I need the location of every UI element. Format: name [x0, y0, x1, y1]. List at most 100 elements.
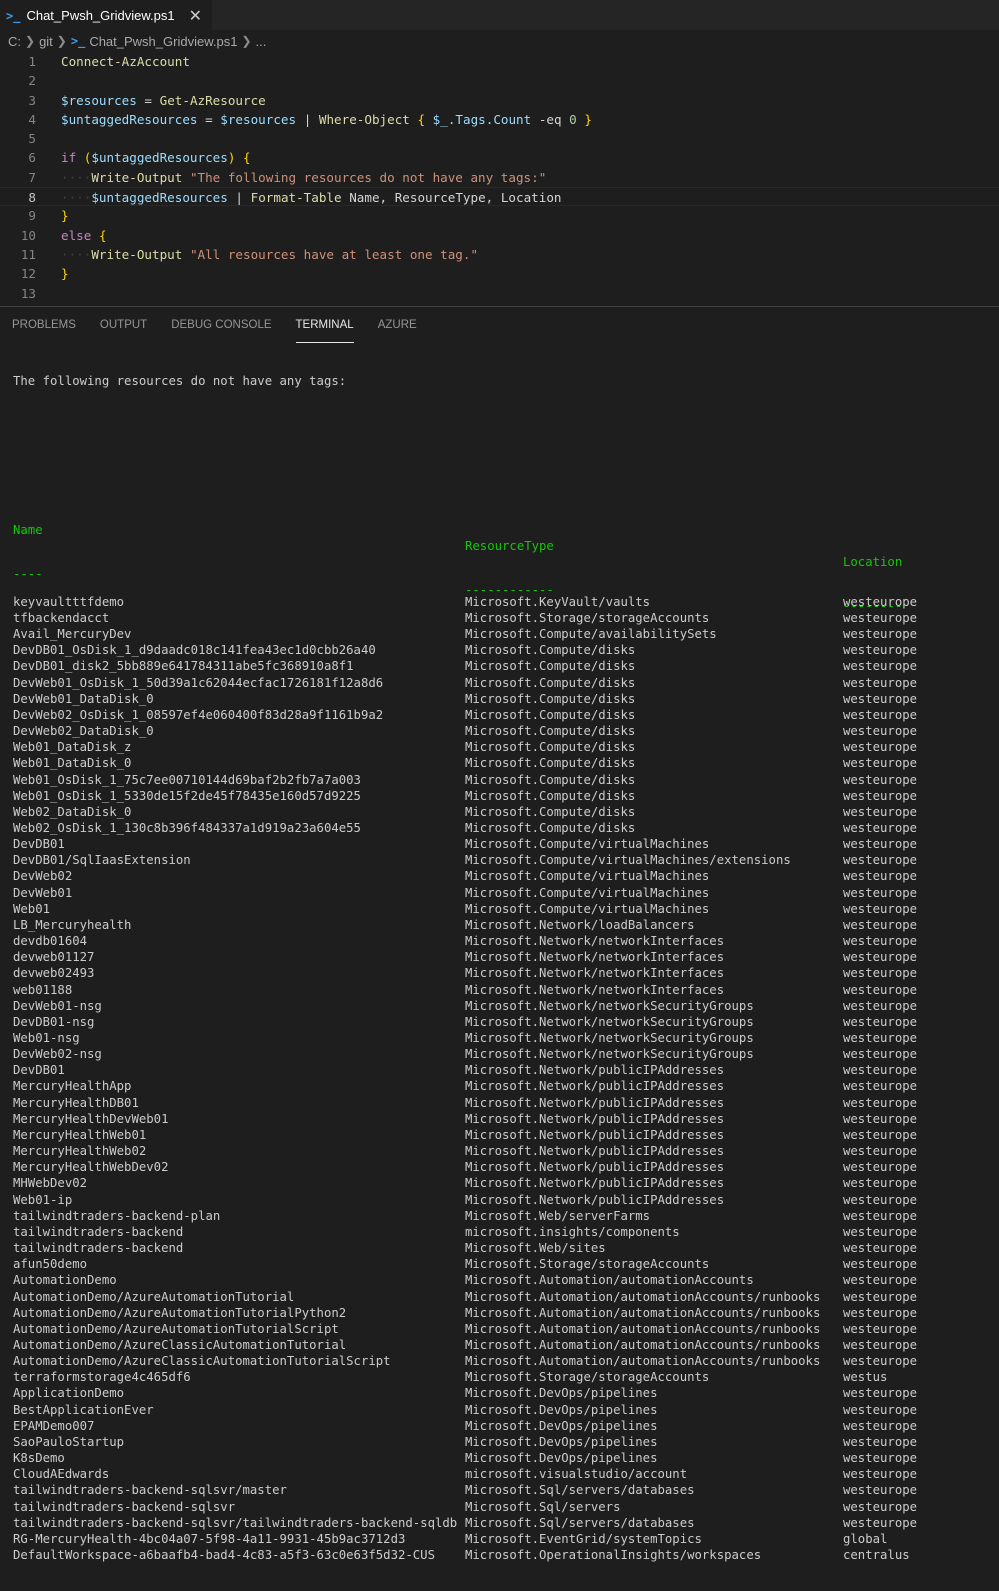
cell-name: ApplicationDemo [13, 1386, 125, 1401]
powershell-icon: >_ [70, 34, 86, 48]
code-line[interactable]: 3 $resources = Get-AzResource [0, 91, 999, 110]
cell-name: MercuryHealthApp [13, 1079, 132, 1094]
tab-debug-console[interactable]: DEBUG CONSOLE [171, 307, 271, 343]
code-line[interactable]: 2 [0, 71, 999, 90]
tab-problems[interactable]: PROBLEMS [12, 307, 76, 343]
code-line[interactable]: 10 else { [0, 226, 999, 245]
cell-location: westus [843, 1370, 888, 1385]
table-row: afun50demo Microsoft.Storage/storageAccou… [13, 1256, 917, 1272]
editor-tab-active[interactable]: >_ Chat_Pwsh_Gridview.ps1 ✕ [0, 0, 212, 30]
code-editor[interactable]: 1 Connect-AzAccount 2 3 $resources = Get-A… [0, 52, 999, 304]
cell-name: DevWeb01_OsDisk_1_50d39a1c62044ecfac1726… [13, 675, 384, 690]
cell-resourcetype: Microsoft.DevOps/pipelines [465, 1451, 658, 1466]
code-token: Where-Object [318, 111, 410, 127]
cell-name: tailwindtraders-backend [13, 1224, 184, 1239]
cell-resourcetype: Microsoft.Compute/disks [465, 788, 636, 803]
table-row: DevDB01/SqlIaasExtension Microsoft.Comput… [13, 852, 917, 868]
cell-name: DefaultWorkspace-a6baafb4-bad4-4c83-a5f3… [13, 1548, 435, 1562]
cell-resourcetype: microsoft.visualstudio/account [465, 1467, 688, 1482]
code-line[interactable]: 13 [0, 284, 999, 303]
cell-resourcetype: Microsoft.Compute/disks [465, 740, 636, 755]
table-row: DevDB01_disk2_5bb889e641784311abe5fc3689… [13, 658, 917, 674]
table-row: tailwindtraders-backend microsoft.insight… [13, 1224, 917, 1240]
cell-location: westeurope [843, 1047, 918, 1062]
tab-terminal[interactable]: TERMINAL [295, 307, 354, 343]
cell-resourcetype: Microsoft.Network/networkInterfaces [465, 982, 725, 997]
code-line[interactable]: 11 ····Write-Output "All resources have a… [0, 245, 999, 264]
cell-name: MercuryHealthWeb02 [13, 1144, 147, 1159]
table-row: tfbackendacct Microsoft.Storage/storageAc… [13, 610, 917, 626]
cell-name: AutomationDemo [13, 1273, 117, 1288]
cell-resourcetype: Microsoft.Compute/virtualMachines [465, 885, 710, 900]
tab-azure[interactable]: AZURE [378, 307, 417, 343]
line-number: 10 [20, 227, 36, 243]
table-row: MercuryHealthDevWeb01 Microsoft.Network/p… [13, 1111, 917, 1127]
cell-location: westeurope [843, 707, 918, 722]
cell-resourcetype: Microsoft.Network/publicIPAddresses [465, 1095, 725, 1110]
terminal-output[interactable]: The following resources do not have any … [13, 345, 917, 1591]
cell-name: web01188 [13, 982, 73, 997]
table-row: AutomationDemo/AzureClassicAutomationTut… [13, 1337, 917, 1353]
close-icon[interactable]: ✕ [189, 6, 202, 26]
cell-location: westeurope [843, 1386, 918, 1401]
breadcrumb-folder[interactable]: git [39, 34, 53, 49]
cell-resourcetype: Microsoft.Automation/automationAccounts/… [465, 1321, 821, 1336]
cell-name: tailwindtraders-backend-sqlsvr/tailwindt… [13, 1515, 458, 1530]
code-line[interactable]: 9} [0, 206, 999, 225]
breadcrumb-drive[interactable]: C: [8, 34, 21, 49]
table-row: devweb01127 Microsoft.Network/networkInte… [13, 949, 917, 965]
cell-location: westeurope [843, 804, 918, 819]
cell-resourcetype: Microsoft.Compute/virtualMachines/extens… [465, 853, 791, 868]
code-line[interactable]: 6 if ($untaggedResources) { [0, 148, 999, 167]
cell-location: westeurope [843, 885, 918, 900]
code-line[interactable]: 4 $untaggedResources = $resources | Where… [0, 110, 999, 129]
cell-resourcetype: Microsoft.Storage/storageAccounts [465, 610, 710, 625]
tab-output[interactable]: OUTPUT [100, 307, 147, 343]
cell-location: westeurope [843, 1224, 918, 1239]
code-line-active[interactable]: 8 ····$untaggedResources | Format-Table N… [0, 187, 999, 207]
cell-location: centralus [843, 1548, 910, 1562]
cell-location: westeurope [843, 1144, 918, 1159]
cell-resourcetype: Microsoft.Compute/disks [465, 820, 636, 835]
cell-name: tailwindtraders-backend-sqlsvr [13, 1499, 236, 1514]
code-line[interactable]: 7 ····Write-Output "The following resourc… [0, 168, 999, 187]
cell-name: Web01_DataDisk_z [13, 740, 132, 755]
cell-location: westeurope [843, 1451, 918, 1466]
chevron-right-icon: ❯ [56, 34, 67, 48]
cell-location: westeurope [843, 1418, 918, 1433]
table-row: Web02_OsDisk_1_130c8b396f484337a1d919a23… [13, 820, 917, 836]
cell-location: westeurope [843, 998, 918, 1013]
line-number: 7 [28, 169, 36, 185]
table-row: MHWebDev02 Microsoft.Network/publicIPAddr… [13, 1175, 917, 1191]
cell-resourcetype: Microsoft.DevOps/pipelines [465, 1418, 658, 1433]
paren-close: ) [227, 150, 236, 166]
code-line[interactable]: 12} [0, 264, 999, 283]
code-line[interactable]: 1 Connect-AzAccount [0, 52, 999, 71]
code-line[interactable]: 5 [0, 129, 999, 148]
table-row: DevWeb02 Microsoft.Compute/virtualMachine… [13, 868, 917, 884]
code-token: $resources [61, 92, 137, 108]
cell-name: DevWeb02_OsDisk_1_08597ef4e060400f83d28a… [13, 707, 384, 722]
line-number: 9 [28, 208, 36, 224]
breadcrumb-more[interactable]: ... [256, 34, 267, 49]
cell-name: devweb02493 [13, 966, 95, 981]
cell-name: tfbackendacct [13, 610, 110, 625]
cell-location: westeurope [843, 675, 918, 690]
table-row: MercuryHealthApp Microsoft.Network/public… [13, 1078, 917, 1094]
header-location: Location [843, 554, 903, 569]
cell-name: MercuryHealthWebDev02 [13, 1160, 169, 1175]
cell-resourcetype: Microsoft.Network/publicIPAddresses [465, 1160, 725, 1175]
table-row: MercuryHealthWebDev02 Microsoft.Network/p… [13, 1159, 917, 1175]
cell-location: westeurope [843, 1305, 918, 1320]
brace-close: } [584, 111, 592, 127]
cell-location: westeurope [843, 853, 918, 868]
cell-location: westeurope [843, 740, 918, 755]
cell-name: afun50demo [13, 1257, 88, 1272]
breadcrumb-file[interactable]: Chat_Pwsh_Gridview.ps1 [89, 34, 237, 49]
cell-resourcetype: Microsoft.Compute/virtualMachines [465, 837, 710, 852]
table-row: AutomationDemo/AzureAutomationTutorial Mi… [13, 1289, 917, 1305]
terminal-blank [13, 417, 346, 433]
cell-resourcetype: Microsoft.Network/networkSecurityGroups [465, 1031, 754, 1045]
table-rows: keyvaultttfdemo Microsoft.KeyVault/vaults… [13, 594, 917, 1563]
table-row: terraformstorage4c465df6 Microsoft.Storag… [13, 1369, 887, 1385]
